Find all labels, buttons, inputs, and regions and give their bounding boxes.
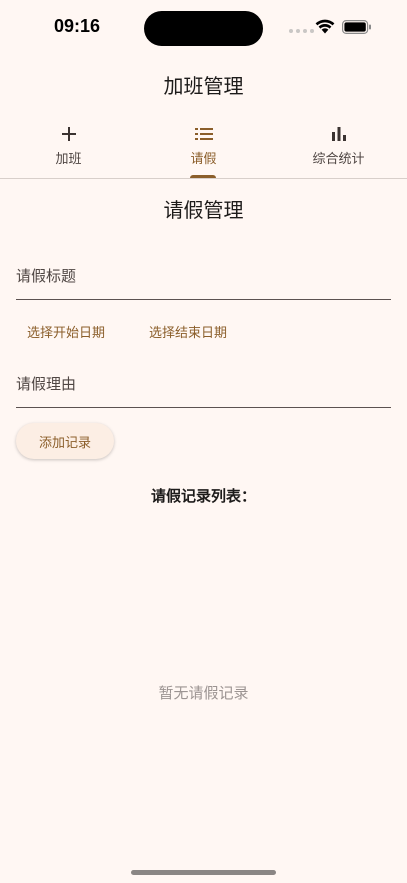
tab-bar: 加班 请假 综合统计	[0, 118, 407, 179]
home-indicator[interactable]	[131, 870, 276, 875]
add-record-button[interactable]: 添加记录	[16, 423, 114, 459]
leave-title-input[interactable]	[16, 250, 391, 299]
cellular-signal-icon	[289, 29, 314, 33]
wifi-icon	[315, 19, 335, 34]
empty-state-text: 暂无请假记录	[158, 684, 249, 702]
leave-title-field	[16, 250, 391, 300]
bar-chart-icon	[331, 123, 347, 145]
add-icon	[61, 123, 77, 145]
leave-list-title: 请假记录列表：	[150, 487, 256, 505]
tab-statistics[interactable]: 综合统计	[271, 118, 406, 178]
app-screen: 09:16 加班管理 加班 请假 综合统计 请假管理 请假标题 选择开始日期 选…	[0, 0, 407, 883]
leave-reason-input[interactable]	[16, 358, 391, 407]
app-title: 加班管理	[163, 74, 244, 98]
list-icon	[194, 123, 213, 145]
tab-label: 综合统计	[312, 152, 365, 167]
status-time: 09:16	[54, 16, 101, 36]
select-end-date-button[interactable]: 选择结束日期	[149, 322, 227, 341]
leave-reason-field	[16, 358, 391, 408]
section-title: 请假管理	[163, 198, 244, 222]
tab-label: 加班	[55, 152, 82, 167]
dynamic-island	[144, 11, 263, 46]
tab-divider	[0, 178, 407, 179]
tab-label: 请假	[190, 152, 217, 167]
tab-leave[interactable]: 请假	[136, 118, 271, 178]
select-start-date-button[interactable]: 选择开始日期	[27, 322, 105, 341]
battery-icon	[342, 20, 371, 34]
tab-overtime[interactable]: 加班	[1, 118, 136, 178]
